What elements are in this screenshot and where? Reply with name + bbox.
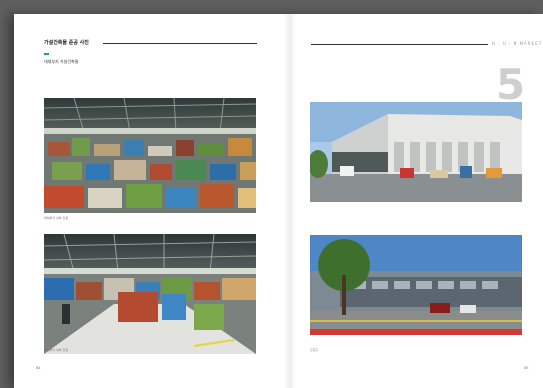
photo-caption: 출입구: [310, 348, 319, 352]
photo-building-entrance: [310, 235, 522, 335]
brand-label: H · U · B MARKET: [492, 41, 543, 46]
market-interior-image: [44, 98, 256, 213]
page-gutter: [284, 14, 296, 388]
document-spread: 가설건축물 준공 사진 대체부지 가설건축물 H · U · B MARKET …: [14, 14, 543, 388]
chapter-number: 5: [496, 60, 526, 109]
building-entrance-image: [310, 235, 522, 335]
section-title: 가설건축물 준공 사진: [44, 40, 89, 46]
photo-caption: 대체부지 내부 전경: [44, 348, 68, 352]
title-rule: [103, 43, 257, 44]
market-interior-image: [44, 234, 256, 354]
photo-warehouse-exterior: [310, 102, 522, 202]
warehouse-exterior-image: [310, 102, 522, 202]
photo-market-interior-1: [44, 98, 256, 213]
header-rule-right: [311, 44, 488, 45]
section-subtitle: 대체부지 가설건축물: [44, 59, 79, 64]
accent-bar: [44, 53, 49, 55]
page-number-right: 85: [524, 366, 529, 370]
photo-market-interior-2: [44, 234, 256, 354]
photo-caption: 대체부지 내부 전경: [44, 216, 68, 220]
page-number-left: 84: [36, 366, 41, 370]
